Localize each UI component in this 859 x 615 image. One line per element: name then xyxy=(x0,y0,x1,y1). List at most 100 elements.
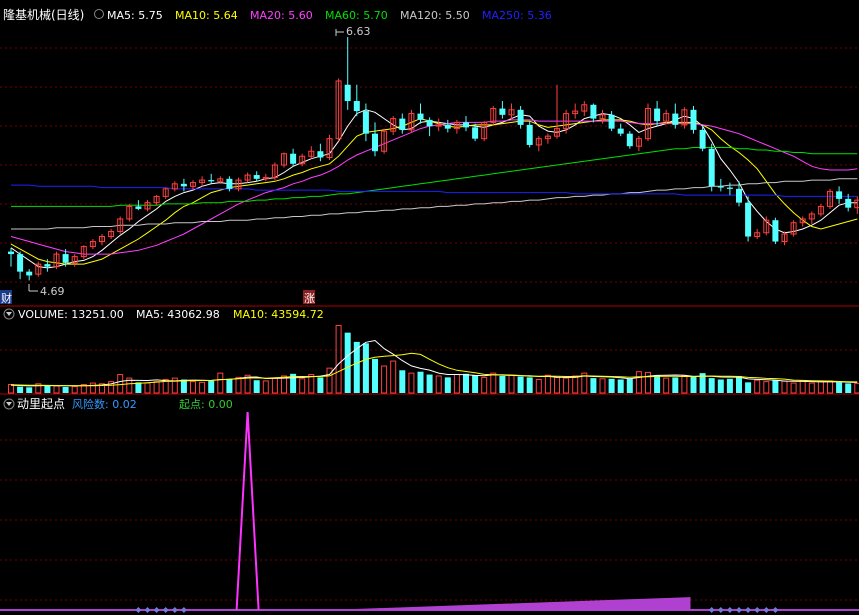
candle xyxy=(626,131,633,149)
volume-bar xyxy=(208,380,215,393)
candle-body xyxy=(8,251,14,255)
volume-bar xyxy=(372,358,378,393)
cai-badge-label: 财 xyxy=(1,291,12,305)
candle-body xyxy=(726,187,733,189)
legend-item-1: MA5: 43062.98 xyxy=(136,308,220,321)
candle-body xyxy=(499,108,506,115)
candle-body xyxy=(180,183,187,187)
volume-bar xyxy=(708,378,715,393)
candle-body xyxy=(26,271,33,276)
volume-bar xyxy=(62,386,69,393)
candle xyxy=(526,121,533,148)
volume-bar xyxy=(690,375,697,393)
volume-bar xyxy=(472,375,479,393)
legend-item-2: MA20: 5.60 xyxy=(250,9,313,22)
volume-bar xyxy=(426,374,433,393)
candle-body xyxy=(654,108,661,122)
candle-body xyxy=(208,180,215,182)
candle-body xyxy=(417,113,424,120)
zhang-badge[interactable]: 涨 xyxy=(303,290,315,305)
candle-body xyxy=(699,129,706,149)
volume-bar xyxy=(17,386,24,393)
candle xyxy=(708,143,715,192)
low-label: 4.69 xyxy=(40,285,65,298)
volume-bar xyxy=(717,379,724,393)
candle-body xyxy=(17,254,24,272)
candle-body xyxy=(708,148,715,187)
candle-body xyxy=(845,198,852,208)
volume-bar xyxy=(463,373,469,393)
volume-bar xyxy=(736,375,742,393)
legend-item-0: VOLUME: 13251.00 xyxy=(18,308,124,321)
legend-item-3: MA60: 5.70 xyxy=(325,9,388,22)
legend-item-0: MA5: 5.75 xyxy=(107,9,163,22)
candle-body xyxy=(526,124,533,145)
volume-bar xyxy=(499,375,506,393)
legend-item-5: MA250: 5.36 xyxy=(482,9,552,22)
volume-bar xyxy=(344,332,351,393)
candle-body xyxy=(690,109,697,130)
candle xyxy=(745,196,752,242)
stock-title: 隆基机械(日线) xyxy=(3,7,84,22)
volume-bar xyxy=(745,382,752,393)
volume-bar xyxy=(399,370,406,393)
candle-body xyxy=(444,124,451,129)
candle xyxy=(772,217,779,245)
volume-bar xyxy=(317,377,324,393)
candle-body xyxy=(44,264,51,267)
volume-bar xyxy=(672,377,679,393)
volume-bar xyxy=(226,378,233,393)
candle-body xyxy=(463,122,469,128)
volume-bar xyxy=(253,380,260,393)
volume-bar xyxy=(353,341,360,393)
candle-body xyxy=(717,186,724,188)
volume-legend: VOLUME: 13251.00 MA5: 43062.98 MA10: 43594… xyxy=(18,308,324,321)
volume-bar xyxy=(180,379,187,393)
candle xyxy=(690,106,697,134)
candle-body xyxy=(253,175,260,179)
volume-bar xyxy=(44,385,51,393)
volume-bar xyxy=(836,382,843,393)
volume-bar xyxy=(517,376,524,393)
candle-body xyxy=(62,254,69,263)
legend-item-4: MA120: 5.50 xyxy=(400,9,470,22)
candle-body xyxy=(617,128,624,134)
candle-body xyxy=(517,109,524,125)
legend-item-2: MA10: 43594.72 xyxy=(233,308,324,321)
legend-item-1: MA10: 5.64 xyxy=(175,9,238,22)
candle-body xyxy=(626,133,633,147)
volume-bar xyxy=(772,380,779,393)
volume-bar xyxy=(444,377,451,393)
candle-body xyxy=(372,133,378,152)
volume-bar xyxy=(417,371,424,393)
candle-body xyxy=(736,188,742,203)
volume-bar xyxy=(626,378,633,393)
volume-bar xyxy=(608,378,615,393)
volume-bar xyxy=(26,387,33,393)
volume-bar xyxy=(590,378,597,393)
candle-body xyxy=(317,151,324,158)
candle-body xyxy=(344,84,351,102)
candle-body xyxy=(399,118,406,130)
candle-body xyxy=(836,191,843,199)
volume-bar xyxy=(362,343,369,393)
candle-body xyxy=(472,127,479,139)
candle-body xyxy=(353,101,360,112)
indicator-title: 动里起点 xyxy=(17,397,65,411)
cai-badge[interactable]: 财 xyxy=(0,290,12,305)
volume-bar xyxy=(845,383,852,393)
volume-bar xyxy=(726,378,733,393)
candle-body xyxy=(745,202,752,237)
candle-body xyxy=(135,206,142,209)
stock-chart[interactable]: 隆基机械(日线) MA5: 5.75 MA10: 5.64 MA20: 5.60 MA… xyxy=(0,0,859,615)
candle-body xyxy=(772,220,779,242)
candle-body xyxy=(608,114,615,129)
candle-body xyxy=(362,111,369,134)
high-label: 6.63 xyxy=(346,25,371,38)
legend-item-1: 起点: 0.00 xyxy=(179,398,233,411)
candle-body xyxy=(290,153,297,164)
legend-item-0: 风险数: 0.02 xyxy=(72,397,137,411)
candle-body xyxy=(426,119,433,127)
zhang-badge-label: 涨 xyxy=(304,292,315,305)
volume-bar xyxy=(654,375,661,393)
